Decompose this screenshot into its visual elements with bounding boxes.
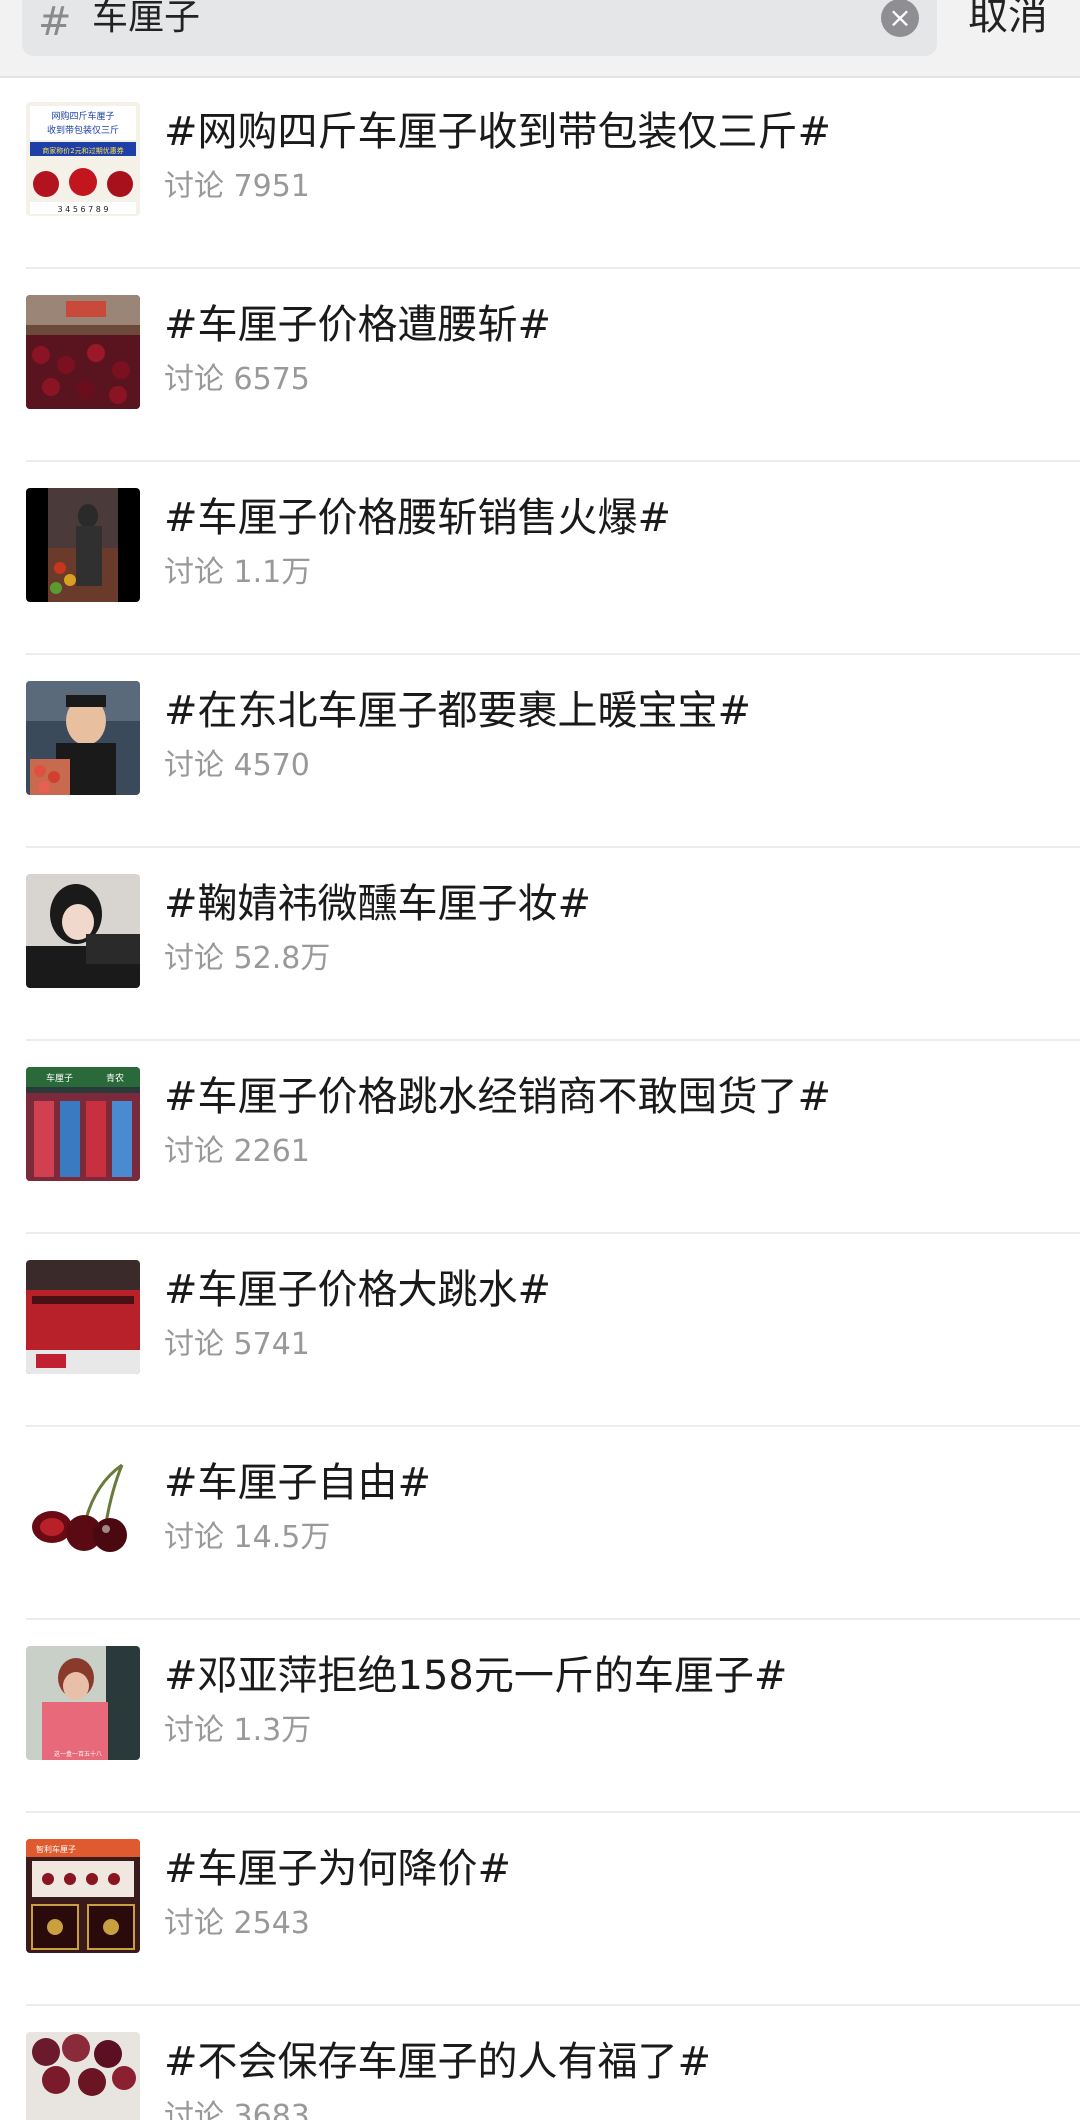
thumbnail-caption: 商家称价2元和过期优惠券	[42, 146, 123, 155]
discussion-count: 讨论 6575	[164, 362, 310, 397]
discussion-count: 讨论 2543	[164, 1906, 310, 1941]
search-input[interactable]: # 车厘子 ×	[22, 0, 937, 56]
topic-thumbnail	[26, 681, 140, 795]
discussion-count: 讨论 3683	[164, 2099, 310, 2120]
topic-title[interactable]: #邓亚萍拒绝158元一斤的车厘子#	[164, 1650, 787, 1702]
topic-row[interactable]: 智利车厘子 #车厘子为何降价# 讨论 2543	[0, 1813, 1080, 2006]
discussion-count: 讨论 7951	[164, 169, 310, 204]
thumbnail-caption: 青农	[106, 1072, 124, 1084]
topic-thumbnail	[26, 1260, 140, 1374]
topic-title[interactable]: #在东北车厘子都要裹上暖宝宝#	[164, 685, 751, 737]
topic-thumbnail	[26, 874, 140, 988]
topic-thumbnail: 网购四斤车厘子 收到带包装仅三斤 商家称价2元和过期优惠券 3 4 5 6 7 …	[26, 102, 140, 216]
topic-row[interactable]: #在东北车厘子都要裹上暖宝宝# 讨论 4570	[0, 655, 1080, 848]
clear-icon[interactable]: ×	[881, 0, 919, 37]
thumbnail-caption: 收到带包装仅三斤	[47, 124, 119, 136]
topic-row[interactable]: #车厘子价格遭腰斩# 讨论 6575	[0, 269, 1080, 462]
topic-title[interactable]: #车厘子价格遭腰斩#	[164, 299, 551, 351]
hashtag-icon: #	[38, 0, 72, 45]
discussion-count: 讨论 14.5万	[164, 1520, 331, 1555]
topic-title[interactable]: #车厘子价格跳水经销商不敢囤货了#	[164, 1071, 831, 1123]
search-query-text[interactable]: 车厘子	[92, 0, 200, 38]
thumbnail-caption: 智利车厘子	[36, 1844, 76, 1854]
topic-thumbnail: 车厘子 青农	[26, 1067, 140, 1181]
discussion-count: 讨论 1.3万	[164, 1713, 312, 1748]
topic-title[interactable]: #鞠婧祎微醺车厘子妆#	[164, 878, 591, 930]
discussion-count: 讨论 4570	[164, 748, 310, 783]
discussion-count: 讨论 52.8万	[164, 941, 331, 976]
cancel-button[interactable]: 取消	[968, 0, 1048, 40]
topic-row[interactable]: 车厘子 青农 #车厘子价格跳水经销商不敢囤货了# 讨论 2261	[0, 1041, 1080, 1234]
discussion-count: 讨论 2261	[164, 1134, 310, 1169]
topic-row[interactable]: #车厘子价格大跳水# 讨论 5741	[0, 1234, 1080, 1427]
thumbnail-caption: 3 4 5 6 7 8 9	[58, 205, 109, 214]
discussion-count: 讨论 5741	[164, 1327, 310, 1362]
topic-title[interactable]: #不会保存车厘子的人有福了#	[164, 2036, 711, 2088]
discussion-count: 讨论 1.1万	[164, 555, 312, 590]
topic-thumbnail	[26, 2032, 140, 2120]
thumbnail-caption: 车厘子	[46, 1072, 73, 1084]
topic-row[interactable]: 这一盒一百五十八 #邓亚萍拒绝158元一斤的车厘子# 讨论 1.3万	[0, 1620, 1080, 1813]
topic-thumbnail	[26, 295, 140, 409]
topic-thumbnail: 这一盒一百五十八	[26, 1646, 140, 1760]
topic-row[interactable]: #车厘子自由# 讨论 14.5万	[0, 1427, 1080, 1620]
topic-row[interactable]: #不会保存车厘子的人有福了# 讨论 3683	[0, 2006, 1080, 2120]
search-header: # 车厘子 × 取消	[0, 0, 1080, 78]
thumbnail-caption: 网购四斤车厘子	[51, 110, 114, 122]
topic-thumbnail: 智利车厘子	[26, 1839, 140, 1953]
topic-thumbnail	[26, 1453, 140, 1567]
topic-row[interactable]: #车厘子价格腰斩销售火爆# 讨论 1.1万	[0, 462, 1080, 655]
topic-thumbnail	[26, 488, 140, 602]
thumbnail-caption: 这一盒一百五十八	[54, 1750, 102, 1758]
topic-search-screen: # 车厘子 × 取消 网购四斤车厘子 收到带包装仅三斤 商家称价2元和过期优惠券	[0, 0, 1080, 2120]
topic-title[interactable]: #车厘子价格腰斩销售火爆#	[164, 492, 671, 544]
topic-row[interactable]: #鞠婧祎微醺车厘子妆# 讨论 52.8万	[0, 848, 1080, 1041]
topic-title[interactable]: #车厘子自由#	[164, 1457, 431, 1509]
topic-title[interactable]: #网购四斤车厘子收到带包装仅三斤#	[164, 106, 831, 158]
topic-row[interactable]: 网购四斤车厘子 收到带包装仅三斤 商家称价2元和过期优惠券 3 4 5 6 7 …	[0, 76, 1080, 269]
topic-title[interactable]: #车厘子价格大跳水#	[164, 1264, 551, 1316]
topic-title[interactable]: #车厘子为何降价#	[164, 1843, 511, 1895]
